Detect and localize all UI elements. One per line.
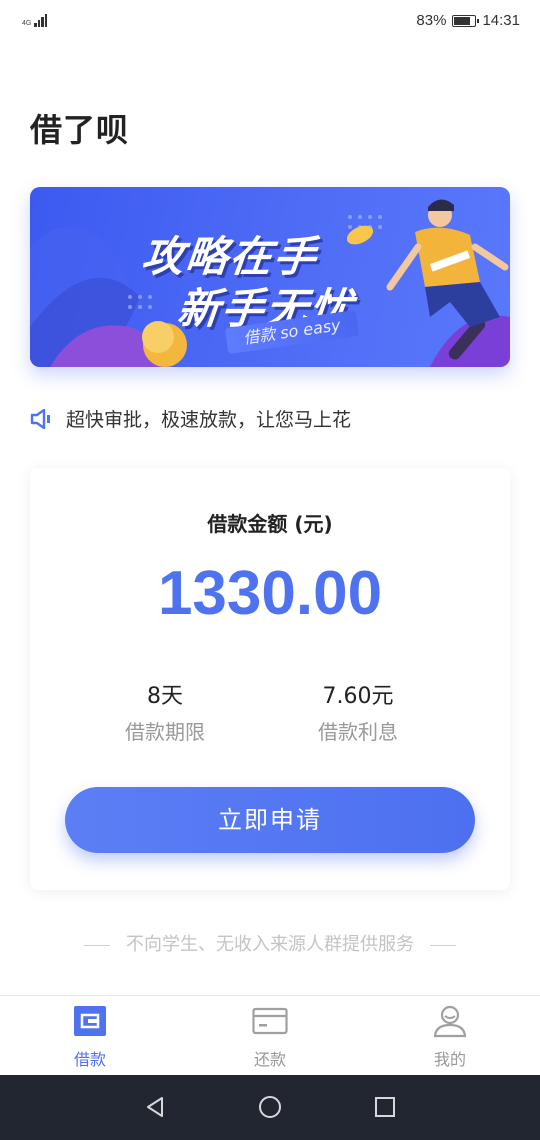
tab-bar: 借款 还款 我的 bbox=[0, 995, 540, 1076]
battery-percent: 83% bbox=[416, 12, 447, 29]
promo-banner[interactable]: 攻略在手 新手无忧 借款 so easy bbox=[30, 187, 510, 367]
tab-mine[interactable]: 我的 bbox=[390, 996, 510, 1076]
notice-text: 超快审批，极速放款，让您马上花 bbox=[66, 409, 352, 431]
amount-value: 1330.00 bbox=[157, 559, 383, 628]
loan-card: 借款金额 (元) 1330.00 8天 借款期限 7.60元 借款利息 立即申请 bbox=[30, 468, 510, 890]
disclaimer-text: 不向学生、无收入来源人群提供服务 bbox=[126, 934, 414, 955]
loan-icon bbox=[74, 1006, 106, 1036]
signal-indicator: 4G bbox=[22, 13, 47, 27]
recents-icon[interactable] bbox=[373, 1095, 397, 1119]
amount-label: 借款金额 (元) bbox=[207, 512, 333, 536]
term-label: 借款期限 bbox=[125, 720, 205, 744]
status-bar: 4G 83% 14:31 bbox=[0, 0, 540, 44]
term-value: 8天 bbox=[147, 684, 183, 709]
tab-mine-label: 我的 bbox=[433, 1050, 466, 1069]
divider-left bbox=[84, 944, 110, 946]
notice-bar: 超快审批，极速放款，让您马上花 bbox=[30, 405, 351, 432]
battery-icon bbox=[452, 14, 480, 27]
back-icon[interactable] bbox=[143, 1095, 167, 1119]
home-icon[interactable] bbox=[258, 1095, 282, 1119]
system-nav-bar bbox=[0, 1075, 540, 1140]
tab-loan-label: 借款 bbox=[73, 1050, 106, 1069]
network-type: 4G bbox=[22, 20, 32, 27]
tab-loan[interactable]: 借款 bbox=[30, 996, 150, 1076]
divider-right bbox=[430, 944, 456, 946]
apply-button[interactable]: 立即申请 bbox=[65, 787, 475, 853]
speaker-icon bbox=[30, 408, 50, 429]
user-icon bbox=[433, 1005, 467, 1038]
interest-label: 借款利息 bbox=[318, 720, 398, 744]
disclaimer: 不向学生、无收入来源人群提供服务 bbox=[0, 930, 540, 956]
signal-icon bbox=[34, 13, 47, 27]
card-icon bbox=[252, 1007, 288, 1035]
tab-repay-label: 还款 bbox=[253, 1050, 286, 1069]
interest-value: 7.60元 bbox=[322, 684, 394, 709]
tab-repay[interactable]: 还款 bbox=[210, 996, 330, 1076]
clock: 14:31 bbox=[482, 12, 520, 29]
page-title: 借了呗 bbox=[30, 111, 130, 149]
